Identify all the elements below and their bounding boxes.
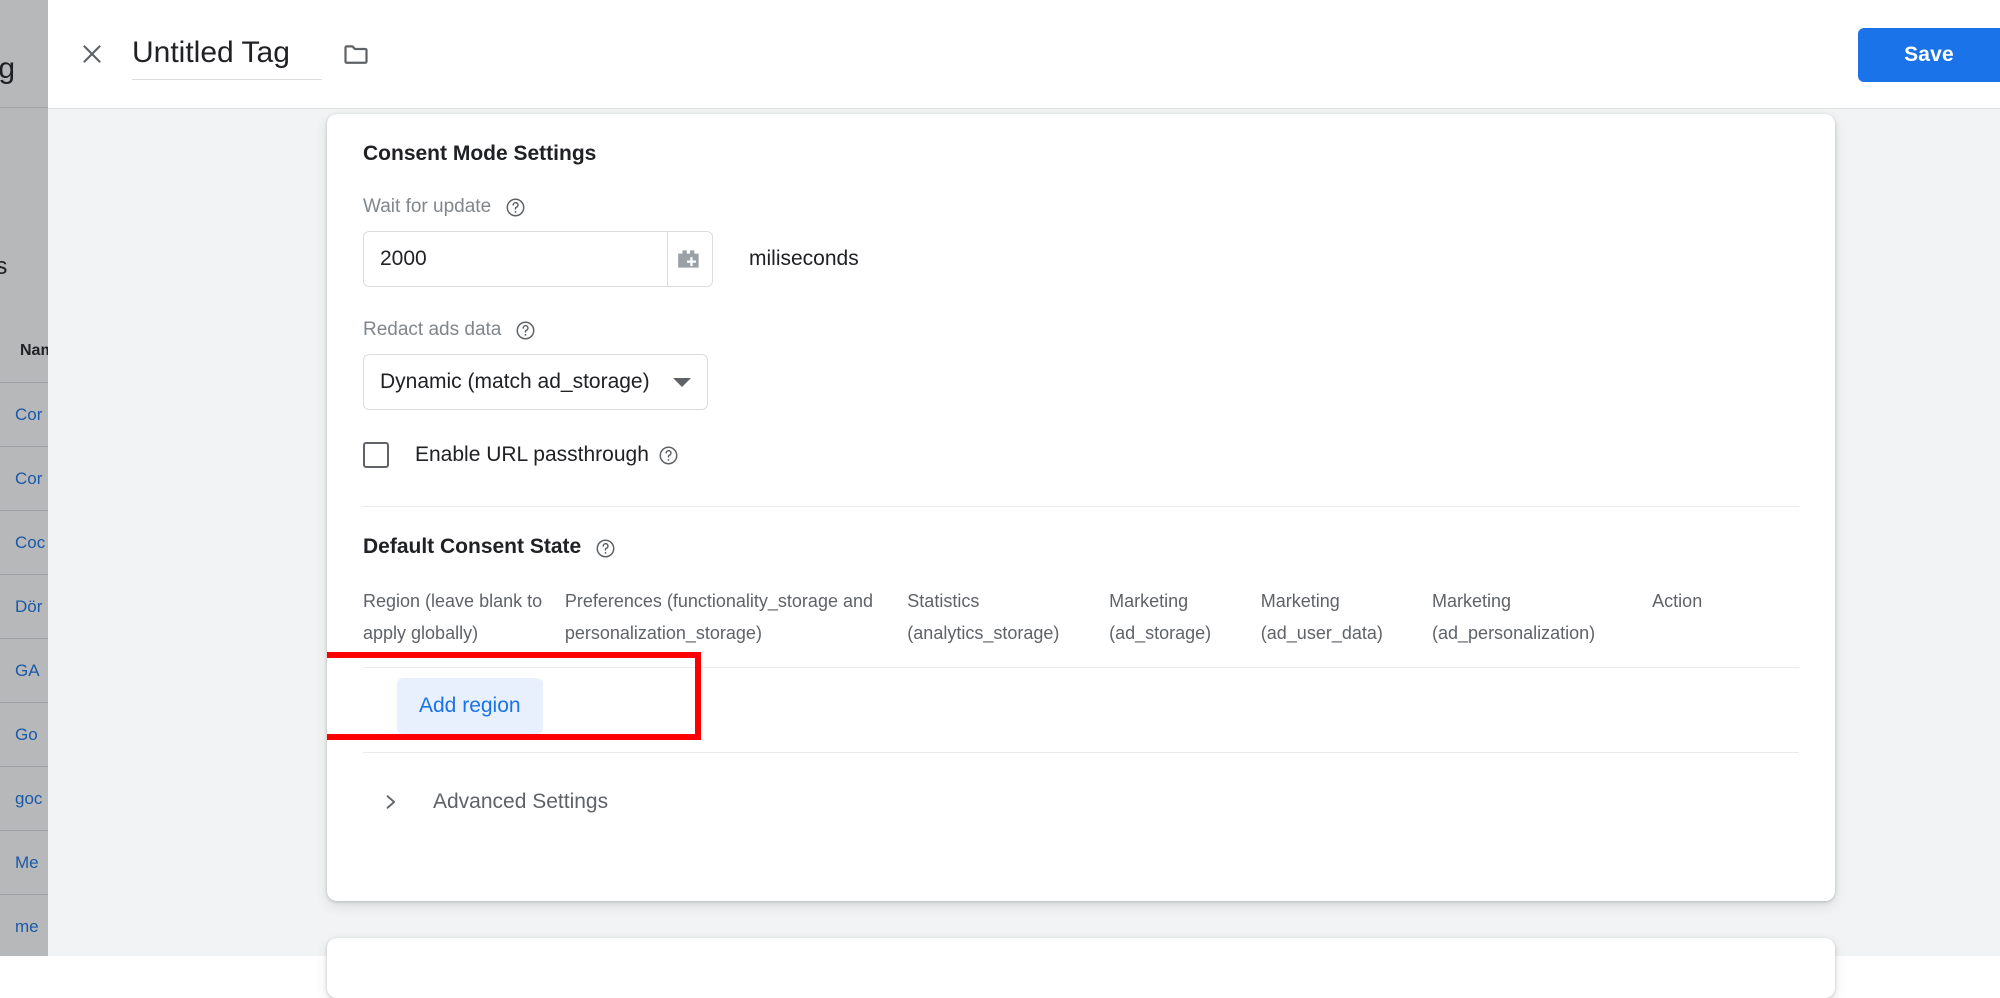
redact-ads-data-field: Redact ads data Dynamic (match ad_storag… [363,319,1799,410]
help-icon[interactable] [595,538,616,559]
redact-ads-data-selected-value: Dynamic (match ad_storage) [380,370,673,394]
add-region-button[interactable]: Add region [397,678,543,734]
column-header-preferences: Preferences (functionality_storage and p… [565,585,907,668]
folder-icon[interactable] [342,40,370,68]
tag-editor-modal: Save Consent Mode Settings Wait for upda… [48,0,2000,956]
wait-for-update-input-group [363,231,713,287]
help-icon[interactable] [505,197,526,218]
tag-name-input[interactable] [132,34,322,80]
url-passthrough-field: Enable URL passthrough [363,442,1799,468]
background-table-row: Dör [0,575,48,639]
column-header-statistics: Statistics (analytics_storage) [907,585,1109,668]
wait-for-update-label: Wait for update [363,196,491,218]
variable-block-icon[interactable] [667,232,712,286]
advanced-settings-label: Advanced Settings [433,790,608,814]
default-consent-state-section: Default Consent State Region (leave blan… [327,507,1835,752]
background-table-row: Me [0,831,48,895]
advanced-settings-row[interactable]: Advanced Settings [363,771,1799,833]
consent-mode-settings-title: Consent Mode Settings [363,142,596,166]
background-account-name: w.g [0,52,15,86]
background-table-row: Cor [0,383,48,447]
close-icon[interactable] [66,28,118,80]
background-header: counts w.g [0,0,48,108]
column-header-marketing-ad-storage: Marketing (ad_storage) [1109,585,1261,668]
url-passthrough-checkbox[interactable] [363,442,389,468]
background-table-row: goc [0,767,48,831]
background-table: Nam Cor Cor Coc Dör GA Go goc Me me [0,319,48,956]
advanced-settings-section: Advanced Settings [327,753,1835,833]
wait-for-update-input-row: miliseconds [363,231,1799,287]
tag-name-group [132,34,370,80]
wait-for-update-field: Wait for update [363,196,1799,287]
save-button[interactable]: Save [1858,28,2000,82]
tag-configuration-card: Consent Mode Settings Wait for update [327,114,1835,901]
default-consent-state-title: Default Consent State [363,535,581,559]
column-header-marketing-ad-personalization: Marketing (ad_personalization) [1432,585,1652,668]
column-header-action: Action [1652,585,1799,668]
background-table-row: Go [0,703,48,767]
wait-for-update-input[interactable] [364,232,667,286]
column-header-region: Region (leave blank to apply globally) [363,585,565,668]
background-table-row: Coc [0,511,48,575]
chevron-right-icon [377,792,403,812]
background-section-title: gs [0,253,7,281]
url-passthrough-label: Enable URL passthrough [415,443,649,467]
help-icon[interactable] [515,320,536,341]
redact-ads-data-label: Redact ads data [363,319,501,341]
chevron-down-icon [673,378,691,387]
modal-header: Save [48,0,2000,109]
redact-ads-data-select[interactable]: Dynamic (match ad_storage) [363,354,708,410]
background-table-row: me [0,895,48,956]
secondary-card [327,938,1835,998]
help-icon[interactable] [658,445,679,466]
consent-mode-section: Consent Mode Settings Wait for update [327,114,1835,506]
default-consent-state-table: Region (leave blank to apply globally) P… [363,585,1799,668]
table-header-row: Region (leave blank to apply globally) P… [363,585,1799,668]
wait-for-update-unit: miliseconds [749,247,859,271]
background-table-row: Cor [0,447,48,511]
background-body: gs Nam Cor Cor Coc Dör GA Go goc Me me [0,109,48,956]
column-header-marketing-ad-user-data: Marketing (ad_user_data) [1261,585,1432,668]
add-region-area: Add region [363,668,1799,744]
background-table-header: Nam [0,319,48,383]
background-table-row: GA [0,639,48,703]
